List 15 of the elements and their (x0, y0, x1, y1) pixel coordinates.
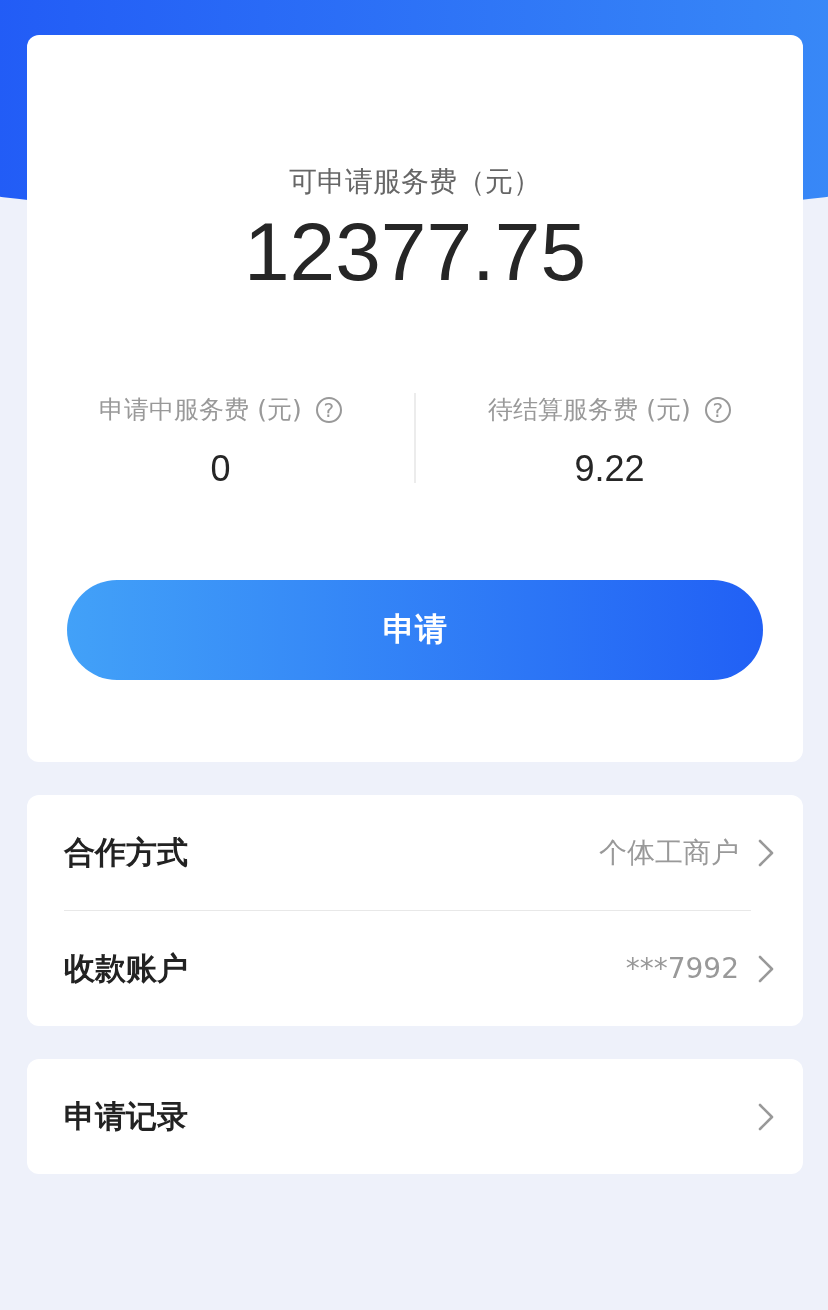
apply-button[interactable]: 申请 (67, 580, 763, 680)
chevron-right-icon (757, 953, 775, 984)
setting-label[interactable]: 收款账户 (64, 947, 188, 990)
setting-value: ***7992 (625, 952, 739, 985)
chevron-right-icon (757, 1101, 775, 1132)
records-link[interactable]: 申请记录 (64, 1095, 188, 1138)
setting-value: 个体工商户 (599, 834, 739, 871)
stat-value: 0 (210, 448, 231, 490)
stat-label: 申请中服务费 (元) (99, 394, 302, 426)
balance-label: 可申请服务费（元） (289, 164, 541, 200)
stat-label: 待结算服务费 (元) (488, 394, 691, 426)
chevron-right-icon (757, 837, 775, 868)
stat-value: 9.22 (574, 448, 645, 490)
setting-label[interactable]: 合作方式 (64, 831, 188, 874)
balance-amount: 12377.75 (244, 211, 586, 293)
